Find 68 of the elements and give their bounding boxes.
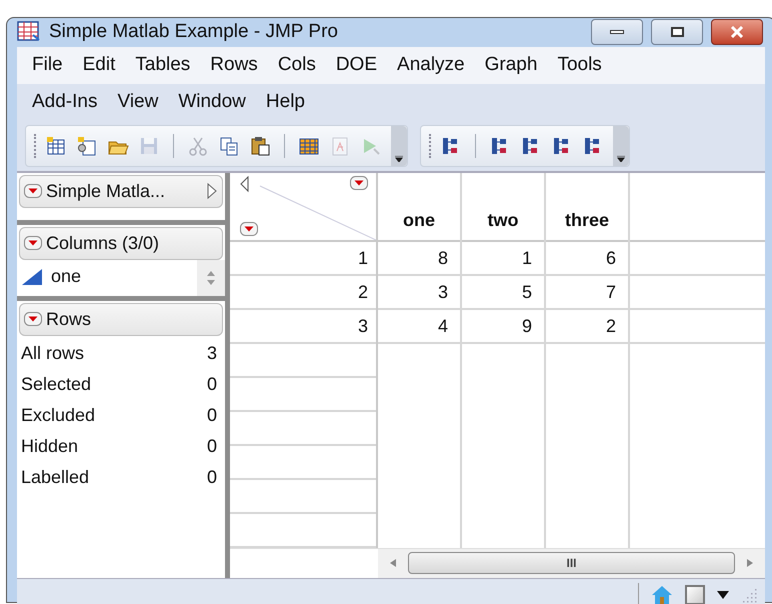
toolbar-overflow-button[interactable]	[391, 126, 407, 166]
minimize-button[interactable]	[591, 19, 643, 46]
menu-item[interactable]: Rows	[200, 50, 268, 80]
menu-item[interactable]: View	[107, 88, 168, 116]
table-cell: 1	[462, 242, 544, 276]
menu-item[interactable]: Tools	[547, 50, 612, 80]
toolbar-overflow-button[interactable]	[613, 126, 629, 166]
column-name[interactable]: one	[51, 263, 82, 290]
table-cell: 6	[546, 242, 628, 276]
row-stat-value: 0	[206, 466, 218, 488]
row-stat-label: All rows	[21, 342, 86, 364]
rows-panel-header[interactable]: Rows	[19, 302, 223, 336]
column-header[interactable]: one	[378, 172, 460, 242]
data-table-icon	[17, 21, 41, 44]
table-cell: 2	[546, 310, 628, 344]
columns-menu-icon[interactable]	[350, 176, 368, 190]
row-stat-label: Hidden	[21, 434, 80, 458]
row-stat-label: Labelled	[21, 466, 90, 488]
menu-item[interactable]: Tables	[125, 50, 200, 80]
table-cell: 4	[378, 310, 460, 344]
close-icon	[730, 26, 744, 38]
horizontal-scrollbar[interactable]: III	[230, 548, 765, 578]
scroll-right-icon[interactable]	[747, 559, 753, 567]
new-table-icon[interactable]	[45, 134, 67, 156]
scroll-left-icon[interactable]	[390, 559, 396, 567]
dropdown-arrow-icon[interactable]	[717, 591, 729, 599]
row-stat-label: Selected	[21, 372, 92, 396]
table-cell: 8	[378, 242, 460, 276]
menu-item[interactable]: Graph	[474, 50, 548, 80]
row-number[interactable]: 3	[230, 310, 376, 344]
continuous-column-icon	[21, 268, 43, 286]
menu-item[interactable]: Add-Ins	[22, 88, 108, 116]
menu-item[interactable]: Analyze	[387, 50, 475, 80]
menu-item[interactable]: Cols	[268, 50, 326, 80]
row-number[interactable]: 1	[230, 242, 376, 276]
menu-item[interactable]: DOE	[326, 50, 388, 80]
row-stat-label: Excluded	[21, 404, 96, 426]
new-script-icon[interactable]	[76, 134, 98, 156]
rows-menu-icon[interactable]	[240, 222, 258, 236]
menu-item[interactable]: Edit	[72, 50, 126, 80]
row-stat-value: 0	[206, 372, 218, 396]
paste-icon[interactable]	[249, 134, 271, 156]
menu-item[interactable]: File	[22, 50, 73, 80]
columns-panel-header[interactable]: Columns (3/0)	[19, 226, 223, 260]
checkbox[interactable]	[685, 585, 705, 604]
table-cell: 9	[462, 310, 544, 344]
expand-icon[interactable]	[206, 182, 218, 200]
chevron-down-icon	[617, 156, 625, 162]
scrollbar-thumb[interactable]: III	[408, 552, 735, 574]
column-header[interactable]: two	[462, 172, 544, 242]
row-stat-value: 0	[206, 434, 218, 458]
window-title: Simple Matlab Example - JMP Pro	[49, 20, 339, 44]
menu-item[interactable]: Help	[256, 88, 315, 116]
table-cell: 3	[378, 276, 460, 310]
row-stat-value: 0	[206, 404, 218, 426]
chevron-down-icon	[395, 156, 403, 162]
column-header[interactable]: three	[546, 172, 628, 242]
close-button[interactable]	[711, 19, 763, 46]
row-number[interactable]: 2	[230, 276, 376, 310]
resize-grip-icon[interactable]	[741, 587, 757, 603]
row-stat-value: 3	[206, 342, 218, 364]
menu-item[interactable]: Window	[168, 88, 256, 116]
maximize-button[interactable]	[651, 19, 703, 46]
table-panel-header[interactable]: Simple Matla...	[19, 174, 223, 208]
table-cell: 5	[462, 276, 544, 310]
table-cell: 7	[546, 276, 628, 310]
copy-icon[interactable]	[218, 134, 240, 156]
home-icon[interactable]	[651, 585, 673, 604]
